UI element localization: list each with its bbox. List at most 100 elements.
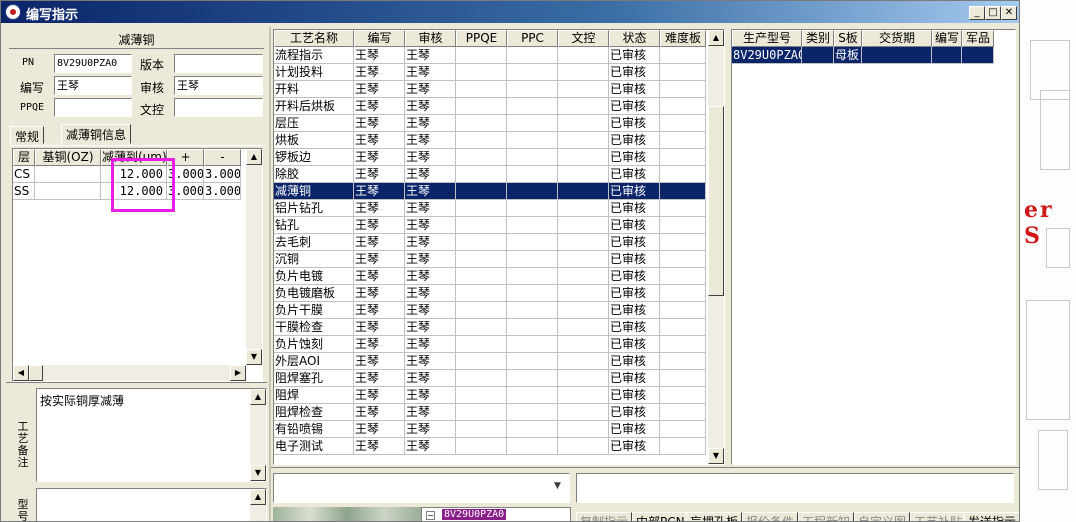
wenkong-field[interactable] — [174, 98, 263, 117]
table-row[interactable]: 外层AOI 王琴 王琴 已审核 — [274, 353, 706, 370]
table-row[interactable]: 8V29U0PZA0 母板 — [732, 47, 994, 64]
writer-field[interactable]: 王琴 — [54, 76, 132, 95]
table-row[interactable]: 负片蚀刻 王琴 王琴 已审核 — [274, 336, 706, 353]
cell-minus[interactable]: 3.000 — [204, 183, 241, 200]
thin-grid-hscroll[interactable]: ◀ ▶ — [13, 365, 246, 381]
lower-textarea[interactable]: ▲ — [36, 488, 267, 521]
scroll-up-icon[interactable]: ▲ — [250, 489, 266, 505]
copy-instruction-button[interactable]: 复制指示 — [576, 512, 633, 521]
cell-wenkong — [558, 47, 609, 64]
cell-process-name: 钻孔 — [274, 217, 354, 234]
vscroll-thumb[interactable] — [708, 106, 724, 296]
tab-thin-copper-info[interactable]: 减薄铜信息 — [61, 124, 132, 144]
table-row[interactable]: 流程指示 王琴 王琴 已审核 — [274, 47, 706, 64]
version-field[interactable] — [174, 54, 263, 73]
highlight-box — [111, 158, 175, 212]
scroll-down-icon[interactable]: ▼ — [708, 448, 724, 464]
bottom-right-textbox[interactable] — [576, 473, 1014, 503]
internal-pcn-button[interactable]: 内部PCN — [632, 512, 689, 521]
cell-difficulty-board — [660, 319, 706, 336]
title-bar[interactable]: 编写指示 _ □ ✕ — [1, 1, 1019, 23]
table-row[interactable]: 负片干膜 王琴 王琴 已审核 — [274, 302, 706, 319]
cell-reviewer: 王琴 — [405, 353, 456, 370]
model-grid: 生产型号 类别 S板 交货期 编写 军品 8V29U0PZA0 母板 — [731, 29, 1016, 465]
process-grid-header: 工艺名称 编写 审核 PPQE PPC 文控 状态 难度板 — [274, 30, 706, 47]
table-row[interactable]: 阻焊塞孔 王琴 王琴 已审核 — [274, 370, 706, 387]
tree-item-label[interactable]: 8V29U0PZA0 — [442, 509, 507, 520]
table-row[interactable]: 减薄铜 王琴 王琴 已审核 — [274, 183, 706, 200]
thin-grid-vscroll[interactable]: ▲ ▼ — [246, 149, 262, 365]
table-row[interactable]: 钻孔 王琴 王琴 已审核 — [274, 217, 706, 234]
scroll-up-icon[interactable]: ▲ — [708, 30, 724, 46]
minimize-button[interactable]: _ — [969, 6, 985, 20]
cell-ppqe — [456, 183, 507, 200]
table-row[interactable]: 沉铜 王琴 王琴 已审核 — [274, 251, 706, 268]
table-row[interactable]: 计划投料 王琴 王琴 已审核 — [274, 64, 706, 81]
table-row[interactable]: 开料后烘板 王琴 王琴 已审核 — [274, 98, 706, 115]
table-row[interactable]: 阻焊 王琴 王琴 已审核 — [274, 387, 706, 404]
note-vscroll[interactable]: ▲ ▼ — [250, 389, 266, 481]
maximize-button[interactable]: □ — [985, 6, 1001, 20]
hscroll-thumb[interactable] — [29, 365, 43, 381]
cell-ppqe — [456, 132, 507, 149]
table-row[interactable]: 烘板 王琴 王琴 已审核 — [274, 132, 706, 149]
table-row[interactable]: 阻焊检查 王琴 王琴 已审核 — [274, 404, 706, 421]
cell-wenkong — [558, 302, 609, 319]
scroll-down-icon[interactable]: ▼ — [250, 465, 266, 481]
process-note-textarea[interactable]: 按实际铜厚减薄 ▲ ▼ — [36, 388, 267, 482]
cell-reviewer: 王琴 — [405, 319, 456, 336]
table-row[interactable]: 负片电镀 王琴 王琴 已审核 — [274, 268, 706, 285]
table-row[interactable]: 有铅喷锡 王琴 王琴 已审核 — [274, 421, 706, 438]
cell-difficulty-board — [660, 132, 706, 149]
process-grid-vscroll[interactable]: ▲ ▼ — [708, 30, 724, 464]
cell-process-name: 负电镀磨板 — [274, 285, 354, 302]
table-row[interactable]: 去毛刺 王琴 王琴 已审核 — [274, 234, 706, 251]
close-button[interactable]: ✕ — [1001, 6, 1017, 20]
ppqe-field[interactable] — [54, 98, 132, 117]
table-row[interactable]: 电子测试 王琴 王琴 已审核 — [274, 438, 706, 455]
cell-base-copper[interactable] — [35, 183, 101, 200]
engineering-notice-button[interactable]: 工程新知 — [798, 512, 855, 521]
splitter[interactable] — [269, 27, 271, 521]
scroll-down-icon[interactable]: ▼ — [246, 349, 262, 365]
cell-reviewer: 王琴 — [405, 285, 456, 302]
cell-wenkong — [558, 115, 609, 132]
cell-base-copper[interactable] — [35, 166, 101, 183]
table-row[interactable]: 层压 王琴 王琴 已审核 — [274, 115, 706, 132]
process-subsidy-button[interactable]: 工艺补贴 — [910, 512, 967, 521]
custom-drawing-button[interactable]: 自定义图 — [854, 512, 911, 521]
cell-writer: 王琴 — [354, 319, 405, 336]
cell-minus[interactable]: 3.000 — [204, 166, 241, 183]
blind-buried-button[interactable]: 盲埋孔板 — [686, 512, 743, 521]
cell-wenkong — [558, 268, 609, 285]
table-row[interactable]: 干膜检查 王琴 王琴 已审核 — [274, 319, 706, 336]
pn-field[interactable]: 8V29U0PZA0 — [54, 54, 132, 73]
cell-process-name: 电子测试 — [274, 438, 354, 455]
lower-vscroll[interactable]: ▲ — [250, 489, 266, 521]
table-row[interactable]: 开料 王琴 王琴 已审核 — [274, 81, 706, 98]
desktop-background: er S — [1020, 0, 1076, 522]
cell-ppc — [507, 234, 558, 251]
cell-ppc — [507, 47, 558, 64]
scroll-right-icon[interactable]: ▶ — [230, 365, 246, 381]
scroll-up-icon[interactable]: ▲ — [246, 149, 262, 165]
model-tree: − 8V29U0PZA0 — [421, 507, 571, 521]
cell-status: 已审核 — [609, 353, 660, 370]
cell-reviewer: 王琴 — [405, 404, 456, 421]
chevron-down-icon[interactable]: ▼ — [554, 481, 561, 491]
tab-general[interactable]: 常规 — [10, 126, 45, 144]
header-reviewer: 审核 — [405, 30, 456, 47]
scroll-up-icon[interactable]: ▲ — [250, 389, 266, 405]
cell-ppqe — [456, 166, 507, 183]
quote-conditions-button[interactable]: 报价条件 — [742, 512, 799, 521]
scroll-left-icon[interactable]: ◀ — [13, 365, 29, 381]
send-instruction-button[interactable]: 发送指示 — [964, 512, 1019, 521]
reviewer-field[interactable]: 王琴 — [174, 76, 263, 95]
table-row[interactable]: 锣板边 王琴 王琴 已审核 — [274, 149, 706, 166]
tree-collapse-icon[interactable]: − — [426, 511, 435, 520]
table-row[interactable]: 除胶 王琴 王琴 已审核 — [274, 166, 706, 183]
table-row[interactable]: 铝片钻孔 王琴 王琴 已审核 — [274, 200, 706, 217]
bottom-left-textbox[interactable]: ▼ — [273, 473, 570, 503]
cell-status: 已审核 — [609, 115, 660, 132]
table-row[interactable]: 负电镀磨板 王琴 王琴 已审核 — [274, 285, 706, 302]
